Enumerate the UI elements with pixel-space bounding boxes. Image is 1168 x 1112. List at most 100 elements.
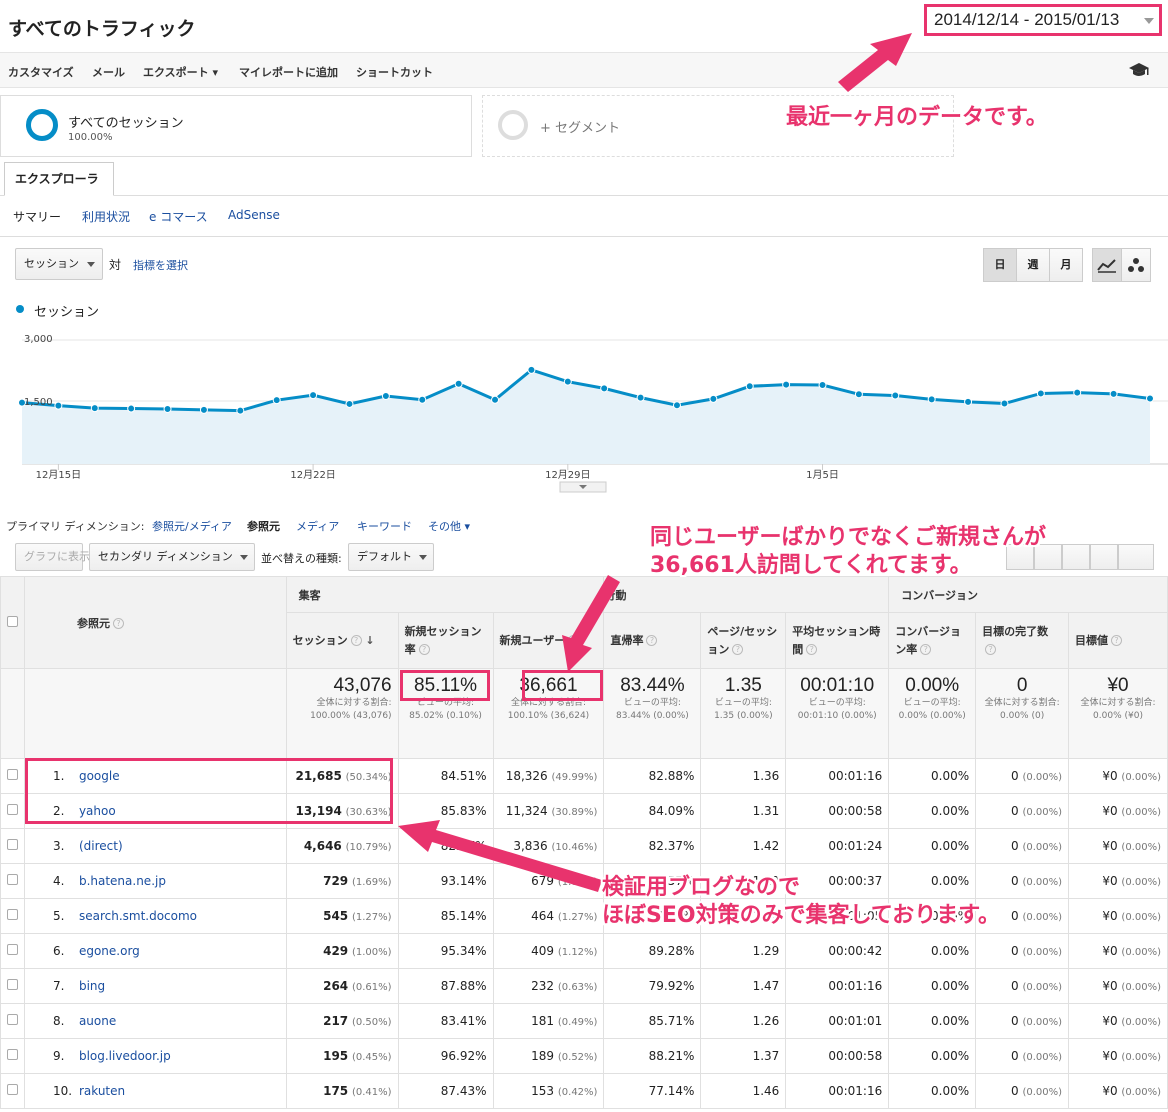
subtab-adsense[interactable]: AdSense (228, 208, 280, 222)
row-checkbox[interactable] (6, 979, 18, 990)
data-point (563, 377, 572, 386)
row-checkbox[interactable] (6, 1049, 18, 1060)
help-icon[interactable]: ? (1111, 635, 1123, 646)
tab-divider (0, 195, 1168, 196)
export-button[interactable]: エクスポート ▾ (143, 64, 218, 80)
help-icon[interactable]: ? (920, 644, 932, 655)
row-checkbox[interactable] (6, 1084, 18, 1095)
col-header-avg-session-duration[interactable]: 平均セッション時間? (785, 612, 890, 669)
col-header-goal-completions[interactable]: 目標の完了数? (975, 612, 1070, 669)
add-to-dashboard-button[interactable]: マイレポートに追加 (239, 64, 338, 80)
cell-avg-duration: 00:01:01 (785, 1003, 890, 1039)
row-select-cell (0, 1038, 25, 1074)
email-button[interactable]: メール (92, 64, 125, 80)
cell-sessions: 264 (0.61%) (285, 968, 399, 1004)
cell-new-users: 409 (1.12%) (492, 933, 605, 969)
secondary-dimension-select[interactable]: セカンダリ ディメンション (89, 543, 255, 571)
row-checkbox[interactable] (6, 944, 18, 955)
motion-chart-toggle[interactable] (1121, 248, 1151, 282)
col-header-bounce-rate[interactable]: 直帰率? (603, 612, 702, 669)
col-header-conversion-rate[interactable]: コンバージョン率? (888, 612, 977, 669)
dimension-other[interactable]: その他 ▾ (428, 518, 470, 534)
pivot-view-icon[interactable] (1118, 544, 1154, 570)
select-metric-link[interactable]: 指標を選択 (133, 257, 188, 273)
subtab-summary[interactable]: サマリー (13, 208, 61, 225)
source-link[interactable]: egone.org (65, 944, 140, 958)
table-row: 10. rakuten 175 (0.41%) 87.43% 153 (0.42%) 77… (0, 1073, 1168, 1109)
comparison-view-icon[interactable] (1062, 544, 1090, 570)
customize-button[interactable]: カスタマイズ (8, 64, 74, 80)
dimension-medium[interactable]: メディア (296, 518, 339, 534)
row-checkbox[interactable] (6, 909, 18, 920)
col-header-pages-per-session[interactable]: ページ/セッション? (700, 612, 787, 669)
help-icon[interactable]: ? (350, 635, 362, 646)
help-icon[interactable]: ? (806, 644, 818, 655)
cell-goal-value: ¥0 (0.00%) (1068, 758, 1168, 794)
date-range-picker[interactable]: 2014/12/14 - 2015/01/13 (924, 4, 1162, 36)
row-source-cell: 6. egone.org (23, 933, 287, 969)
row-checkbox[interactable] (6, 804, 18, 815)
report-toolbar: カスタマイズ メール エクスポート ▾ マイレポートに追加 ショートカット (0, 52, 1168, 88)
total-goal-value: ¥0 全体に対する割合: 0.00% (¥0) (1068, 668, 1168, 759)
row-source-cell: 4. b.hatena.ne.jp (23, 863, 287, 899)
source-link[interactable]: b.hatena.ne.jp (65, 874, 166, 888)
row-checkbox[interactable] (6, 1014, 18, 1025)
help-icon[interactable]: ? (732, 644, 744, 655)
help-icon[interactable]: ? (646, 635, 658, 646)
row-checkbox[interactable] (6, 874, 18, 885)
sort-type-select[interactable]: デフォルト (348, 543, 434, 571)
total-subtext: 全体に対する割合: 0.00% (¥0) (1080, 698, 1156, 721)
col-header-goal-value[interactable]: 目標値? (1068, 612, 1168, 669)
source-link[interactable]: blog.livedoor.jp (65, 1049, 171, 1063)
data-point (891, 391, 900, 400)
period-day-button[interactable]: 日 (983, 248, 1017, 282)
help-icon[interactable]: ? (418, 644, 430, 655)
data-point (1146, 394, 1154, 403)
term-cloud-view-icon[interactable] (1090, 544, 1118, 570)
plot-rows-button[interactable]: グラフに表示 (15, 543, 90, 571)
tab-explorer[interactable]: エクスプローラ (4, 162, 114, 196)
row-checkbox[interactable] (6, 769, 18, 780)
col-header-sessions[interactable]: セッション? ↓ (285, 612, 399, 669)
add-segment-label[interactable]: + セグメント (540, 117, 620, 136)
source-link[interactable]: search.smt.docomo (65, 909, 197, 923)
period-month-button[interactable]: 月 (1049, 248, 1083, 282)
metric-select[interactable]: セッション (15, 248, 103, 280)
total-value: 0.00% (905, 675, 960, 696)
shortcut-button[interactable]: ショートカット (356, 64, 433, 80)
period-week-button[interactable]: 週 (1016, 248, 1050, 282)
help-icon[interactable]: ? (985, 644, 997, 655)
source-link[interactable]: (direct) (65, 839, 123, 853)
cell-goal-value: ¥0 (0.00%) (1068, 1038, 1168, 1074)
cell-conversion-rate: 0.00% (888, 968, 977, 1004)
source-link[interactable]: bing (65, 979, 105, 993)
graduation-cap-icon[interactable] (1128, 62, 1150, 78)
dimension-source-medium[interactable]: 参照元/メディア (152, 518, 232, 534)
subtab-usage[interactable]: 利用状況 (82, 208, 130, 225)
select-all-cell (0, 576, 25, 669)
help-icon[interactable]: ? (568, 635, 580, 646)
row-checkbox[interactable] (6, 839, 18, 850)
select-all-checkbox[interactable] (6, 615, 18, 627)
source-link[interactable]: rakuten (65, 1084, 125, 1098)
data-point (600, 384, 609, 393)
cell-bounce-rate: 77.14% (603, 1073, 702, 1109)
subtab-ecommerce[interactable]: e コマース (149, 208, 208, 225)
total-subtext: 全体に対する割合: 100.00% (43,076) (310, 698, 392, 721)
source-link[interactable]: auone (65, 1014, 116, 1028)
dimension-header[interactable]: 参照元? (23, 576, 287, 669)
total-subtext: ビューの平均: 83.44% (0.00%) (616, 698, 689, 721)
col-header-new-session-rate[interactable]: 新規セッション率? (397, 612, 494, 669)
data-point (636, 393, 645, 402)
cell-new-session-rate: 84.51% (397, 758, 494, 794)
cell-sessions: 429 (1.00%) (285, 933, 399, 969)
dimension-keyword[interactable]: キーワード (357, 518, 412, 534)
cell-conversion-rate: 0.00% (888, 793, 977, 829)
col-header-new-users[interactable]: 新規ユーザー? (492, 612, 605, 669)
line-chart-toggle[interactable] (1092, 248, 1122, 282)
cell-bounce-rate: 89.28% (603, 933, 702, 969)
cell-goal-value: ¥0 (0.00%) (1068, 828, 1168, 864)
dimension-source[interactable]: 参照元 (247, 518, 280, 534)
x-tick-label: 1月5日 (806, 469, 839, 481)
new-users-annotation: 同じユーザーばかりでなくご新規さんが 36,661人訪問してくれてます。 (650, 525, 1047, 578)
